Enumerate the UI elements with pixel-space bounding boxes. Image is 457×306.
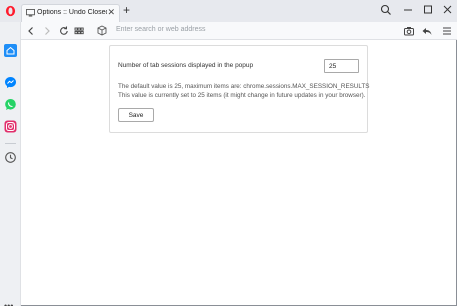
- tab-close-icon[interactable]: ✕: [107, 8, 115, 17]
- speed-dial-icon[interactable]: [73, 25, 85, 37]
- title-bar: Options :: Undo Closed Ta ✕ +: [0, 0, 457, 22]
- minimize-icon[interactable]: [400, 3, 416, 17]
- description-default: The default value is 25, maximum items a…: [118, 83, 370, 90]
- reload-icon[interactable]: [58, 25, 70, 37]
- camera-icon[interactable]: [403, 25, 415, 37]
- opera-logo-icon[interactable]: [5, 5, 16, 17]
- options-panel: Number of tab sessions displayed in the …: [109, 45, 370, 133]
- extension-cube-icon[interactable]: [97, 25, 107, 36]
- address-input[interactable]: Enter search or web address: [116, 26, 386, 33]
- sessions-count-label: Number of tab sessions displayed in the …: [118, 62, 254, 69]
- whatsapp-icon[interactable]: [4, 98, 17, 111]
- description-current: This value is currently set to 25 items …: [118, 92, 366, 99]
- sessions-count-input[interactable]: [324, 59, 359, 73]
- menu-lines-icon[interactable]: [441, 25, 453, 37]
- tab-title: Options :: Undo Closed Ta: [37, 9, 107, 16]
- forward-arrow-icon[interactable]: [41, 25, 53, 37]
- search-icon[interactable]: [378, 3, 394, 17]
- instagram-icon[interactable]: [4, 120, 17, 133]
- reply-arrow-icon[interactable]: [421, 25, 433, 37]
- active-tab[interactable]: Options :: Undo Closed Ta ✕: [21, 4, 120, 22]
- close-icon[interactable]: [440, 3, 456, 17]
- new-tab-button[interactable]: +: [123, 4, 130, 16]
- navigation-bar: Enter search or web address: [21, 22, 457, 40]
- messenger-icon[interactable]: [4, 76, 17, 89]
- save-button[interactable]: Save: [118, 108, 154, 122]
- maximize-icon[interactable]: [420, 3, 436, 17]
- sidebar-more-icon[interactable]: •••: [4, 302, 13, 306]
- options-page-icon: [26, 9, 35, 17]
- sidebar: •••: [0, 22, 21, 306]
- back-arrow-icon[interactable]: [25, 25, 37, 37]
- clock-icon[interactable]: [4, 151, 17, 164]
- sidebar-divider: [5, 143, 16, 144]
- home-icon[interactable]: [4, 44, 17, 57]
